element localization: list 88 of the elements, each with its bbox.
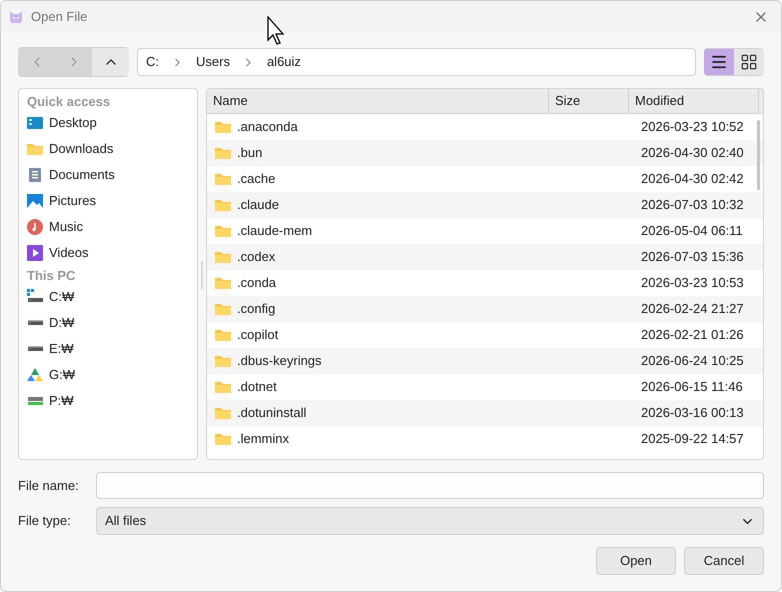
file-type-dropdown[interactable]: All files [96, 507, 764, 535]
modified-date: 2026-07-03 10:32 [640, 196, 744, 214]
field-label: File name: [18, 476, 80, 495]
modified-date: 2026-05-04 06:11 [640, 222, 743, 240]
file-name: .config [237, 300, 276, 318]
modified-date: 2026-03-16 00:13 [640, 404, 744, 422]
column-header[interactable]: Size [549, 89, 629, 113]
list-icon [710, 53, 728, 71]
modified-date: 2026-03-23 10:52 [640, 118, 744, 136]
folder-icon [215, 431, 231, 447]
file-row[interactable]: .dbus-keyrings 2026-06-24 10:25 [207, 348, 763, 374]
folder-icon [215, 379, 231, 395]
triangle-logo-icon [27, 367, 43, 383]
desktop-icon [27, 115, 43, 131]
sidebar-item[interactable]: Videos [19, 240, 197, 266]
sidebar-item[interactable]: E:₩ [19, 336, 197, 362]
sidebar-item[interactable]: D:₩ [19, 310, 197, 336]
modified-date: 2026-04-30 02:40 [640, 144, 744, 162]
modified-date: 2026-02-24 21:27 [640, 300, 744, 318]
column-header[interactable]: Modified [629, 89, 759, 113]
grid-icon [740, 53, 758, 71]
breadcrumb-item[interactable]: C: [146, 52, 159, 72]
folder-icon [215, 327, 231, 343]
grid-view-button[interactable] [734, 48, 764, 76]
folder-icon [215, 405, 231, 421]
modified-date: 2026-06-24 10:25 [640, 352, 744, 370]
sidebar-item[interactable]: P:₩ [19, 388, 197, 414]
folder-icon [215, 275, 231, 291]
column-header[interactable]: Name [207, 89, 549, 113]
modified-date: 2026-04-30 02:42 [640, 170, 744, 188]
file-name: .claude [237, 196, 279, 214]
modified-date: 2026-03-23 10:53 [640, 274, 744, 292]
music-note-icon [27, 219, 43, 235]
file-row[interactable]: .config 2026-02-24 21:27 [207, 296, 763, 322]
file-name: .dbus-keyrings [237, 352, 322, 370]
sidebar-item[interactable]: C:₩ [19, 284, 197, 310]
modified-date: 2026-02-21 01:26 [640, 326, 744, 344]
sidebar-item[interactable]: Downloads [19, 136, 197, 162]
up-button[interactable] [92, 47, 129, 77]
file-name: .claude-mem [237, 222, 312, 240]
folder-icon [215, 171, 231, 187]
file-name: .dotuninstall [237, 404, 306, 422]
folder-icon [27, 141, 43, 157]
file-name: .anaconda [237, 118, 298, 136]
folder-icon [215, 353, 231, 369]
scrollbar[interactable] [757, 120, 760, 190]
file-row[interactable]: .codex 2026-07-03 15:36 [207, 244, 763, 270]
dialog-button[interactable]: Open [596, 547, 676, 575]
file-name-field[interactable] [96, 472, 764, 499]
section-heading: Quick access [26, 93, 112, 110]
breadcrumb-item[interactable]: al6uiz [266, 52, 301, 72]
modified-date: 2026-06-15 11:46 [640, 378, 743, 396]
file-name: .cache [237, 170, 276, 188]
window-title: Open File [31, 8, 88, 26]
breadcrumb-item[interactable]: Users [196, 52, 230, 72]
modified-date: 2025-09-22 14:57 [640, 430, 744, 448]
file-name: .dotnet [237, 378, 277, 396]
cat-face-icon [9, 10, 23, 22]
list-view-button[interactable] [704, 48, 734, 76]
drive-icon [27, 289, 43, 305]
video-icon [27, 245, 43, 261]
sidebar-item[interactable]: Music [19, 214, 197, 240]
sidebar-item[interactable]: Desktop [19, 110, 197, 136]
section-heading: This PC [26, 267, 76, 284]
file-row[interactable]: .claude 2026-07-03 10:32 [207, 192, 763, 218]
folder-icon [215, 197, 231, 213]
folder-icon [215, 119, 231, 135]
modified-date: 2026-07-03 15:36 [640, 248, 744, 266]
folder-icon [215, 223, 231, 239]
splitter-handle[interactable] [201, 261, 203, 289]
file-row[interactable]: .bun 2026-04-30 02:40 [207, 140, 763, 166]
sidebar-item[interactable]: Pictures [19, 188, 197, 214]
file-name: .copilot [237, 326, 278, 344]
picture-icon [27, 193, 43, 209]
field-label: File type: [18, 512, 72, 530]
address-bar[interactable]: C: Users al6uiz [137, 48, 696, 76]
file-name: .codex [237, 248, 276, 266]
sidebar-item[interactable]: G:₩ [19, 362, 197, 388]
folder-icon [215, 145, 231, 161]
document-icon [27, 167, 43, 183]
file-row[interactable]: .dotuninstall 2026-03-16 00:13 [207, 400, 763, 426]
file-name: .lemminx [237, 430, 290, 448]
folder-icon [215, 301, 231, 317]
file-name: .bun [237, 144, 262, 162]
folder-icon [215, 249, 231, 265]
sidebar-item[interactable]: Documents [19, 162, 197, 188]
dialog-button[interactable]: Cancel [684, 547, 764, 575]
file-name: .conda [237, 274, 276, 292]
